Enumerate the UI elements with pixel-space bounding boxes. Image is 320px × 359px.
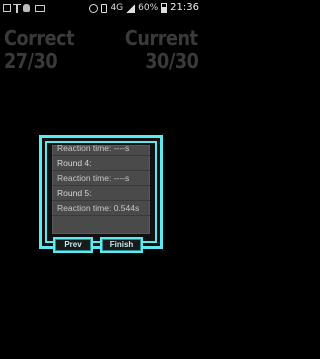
- current-score: 30/30: [144, 49, 199, 73]
- mail-icon: [35, 4, 45, 12]
- result-line: Reaction time: ----s: [52, 171, 150, 186]
- current-label: Current: [125, 26, 198, 50]
- result-line: Round 4:: [52, 156, 150, 171]
- clock: 21:36: [170, 2, 199, 13]
- result-line: Round 5:: [52, 186, 150, 201]
- debug-icon: [23, 4, 30, 12]
- result-line: Reaction time: 0.544s: [52, 201, 150, 216]
- notification-icons: [3, 0, 45, 16]
- results-list[interactable]: Reaction time: ----s Round 4: Reaction t…: [52, 145, 150, 234]
- signal-icon: [126, 3, 136, 13]
- prev-button[interactable]: Prev: [53, 237, 93, 253]
- result-line: Reaction time: ----s: [52, 145, 150, 156]
- usb-icon: [13, 3, 21, 13]
- alarm-icon: [89, 3, 99, 13]
- finish-button[interactable]: Finish: [100, 237, 143, 253]
- correct-label: Correct: [4, 26, 75, 50]
- network-type: 4G: [110, 3, 124, 13]
- battery-percent: 60%: [138, 3, 159, 13]
- results-dialog: Reaction time: ----s Round 4: Reaction t…: [39, 135, 163, 249]
- battery-icon: [161, 3, 168, 13]
- dialog-buttons: Prev Finish: [53, 237, 143, 253]
- status-bar: 4G 60% 21:36: [0, 0, 202, 16]
- system-icons: 4G 60% 21:36: [89, 0, 199, 16]
- correct-score: 27/30: [4, 49, 58, 73]
- screenshot-icon: [3, 4, 11, 12]
- vibrate-icon: [101, 3, 108, 13]
